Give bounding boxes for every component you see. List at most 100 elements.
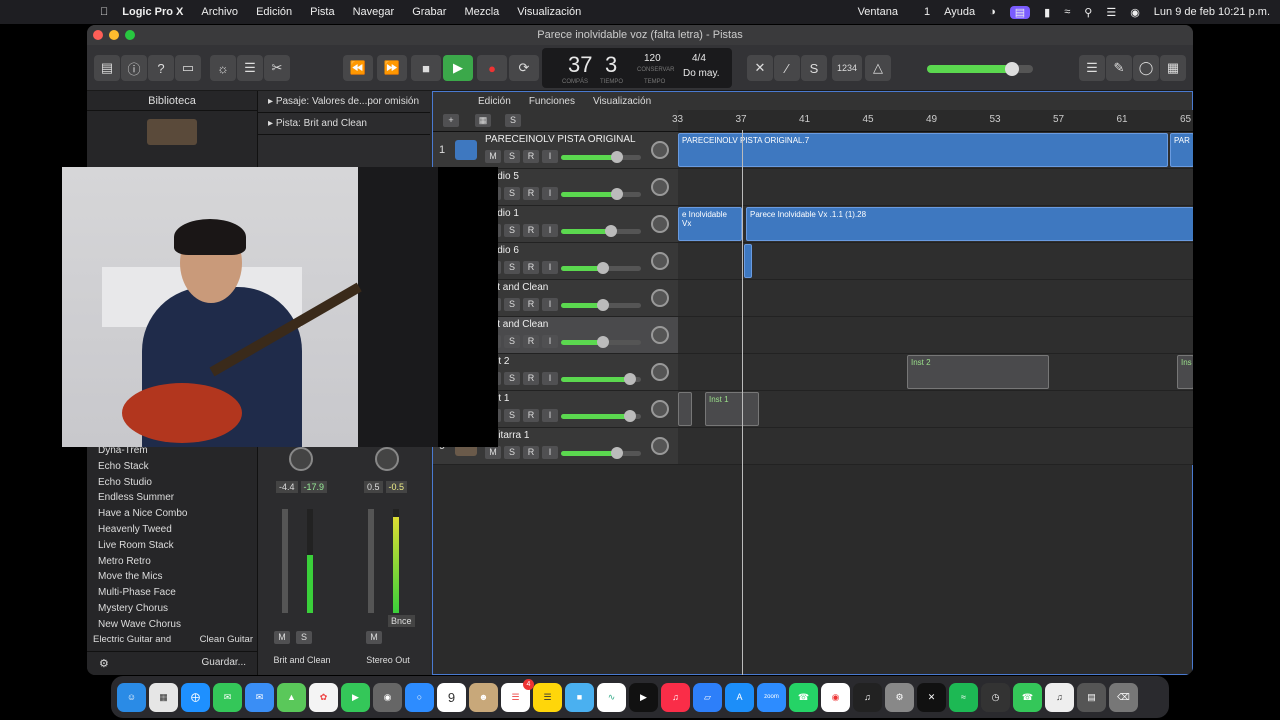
track-volume-fader[interactable] [561, 373, 641, 385]
audio-region[interactable] [744, 244, 752, 278]
volume-fader[interactable] [368, 509, 374, 613]
solo-button[interactable]: S [296, 631, 312, 644]
mixer-icon[interactable]: ☰ [237, 55, 263, 81]
library-item[interactable]: Multi-Phase Face [87, 585, 258, 601]
record-enable-button[interactable]: R [523, 335, 539, 348]
library-item[interactable]: Metro Retro [87, 554, 258, 570]
audio-region[interactable]: Parece Inolvidable Vx .1.1 (1).28 [746, 207, 1193, 241]
track-lane[interactable]: Inst 1 [678, 391, 1193, 428]
track-volume-fader[interactable] [561, 336, 641, 348]
fast-forward-icon[interactable]: ⏩ [377, 55, 407, 81]
solo-button[interactable]: S [504, 446, 520, 459]
solo-button[interactable]: S [504, 150, 520, 163]
breadcrumb-left[interactable]: Electric Guitar and [93, 634, 171, 645]
input-monitor-button[interactable]: I [542, 372, 558, 385]
tuner-icon[interactable]: ∕ [774, 55, 800, 81]
list-editors-icon[interactable]: ☰ [1079, 55, 1105, 81]
status-icon[interactable]: ◑ [989, 6, 996, 18]
record-enable-button[interactable]: R [523, 298, 539, 311]
notepad-icon[interactable]: ✎ [1106, 55, 1132, 81]
reminders-icon[interactable]: ☰ 4 [501, 678, 534, 712]
chrome-icon[interactable]: ◉ [821, 682, 850, 712]
gear-icon[interactable]: ⚙ [99, 657, 109, 670]
menu-mezcla[interactable]: Mezcla [464, 6, 499, 18]
close-button[interactable] [93, 30, 103, 40]
menu-funciones[interactable]: Funciones [529, 96, 575, 107]
wifi-icon[interactable]: ≈ [1064, 6, 1070, 18]
input-monitor-button[interactable]: I [542, 335, 558, 348]
music-icon[interactable]: ♫ [661, 682, 690, 712]
library-item[interactable]: Have a Nice Combo [87, 506, 258, 522]
audio-region[interactable]: PAR [1170, 133, 1193, 167]
library-item[interactable]: Mystery Chorus [87, 601, 258, 617]
playhead[interactable] [742, 130, 743, 675]
editors-icon[interactable]: ✂ [264, 55, 290, 81]
replace-icon[interactable]: ✕ [747, 55, 773, 81]
menu-ventana[interactable]: Ventana [858, 6, 898, 18]
keynote-icon[interactable]: ▱ [693, 682, 722, 712]
track-lane[interactable] [678, 317, 1193, 354]
activity-monitor-icon[interactable]: ◷ [981, 682, 1010, 712]
menu-archivo[interactable]: Archivo [201, 6, 238, 18]
trash-icon[interactable]: ⌫ [1109, 682, 1138, 712]
ruler[interactable]: 33 37 41 45 49 53 57 61 65 [672, 110, 1193, 132]
tv-icon[interactable]: ▶ [629, 682, 658, 712]
rewind-icon[interactable]: ⏪ [343, 55, 373, 81]
toolbar-icon[interactable]: ▭ [175, 55, 201, 81]
browsers-icon[interactable]: ▦ [1160, 55, 1186, 81]
pan-knob[interactable] [375, 447, 399, 471]
menu-grabar[interactable]: Grabar [412, 6, 446, 18]
input-monitor-button[interactable]: I [542, 409, 558, 422]
count-in-icon[interactable]: 1234 [832, 55, 862, 81]
input-monitor-button[interactable]: I [542, 261, 558, 274]
bounce-button[interactable]: Bnce [388, 615, 415, 627]
track-volume-fader[interactable] [561, 410, 641, 422]
whatsapp-icon[interactable]: ☎ [789, 682, 818, 712]
master-volume-slider[interactable] [927, 62, 1033, 76]
finder-icon[interactable]: ☺ [117, 682, 146, 712]
control-center-icon[interactable]: ☰ [1106, 6, 1116, 19]
podcast-icon[interactable]: ◉ [373, 682, 402, 712]
region-inspector-row[interactable]: ▸ Pasaje: Valores de...por omisión [258, 91, 430, 113]
menu-visualizacion-tracks[interactable]: Visualización [593, 96, 651, 107]
loop-browser-icon[interactable]: ◯ [1133, 55, 1159, 81]
safari-icon[interactable]: ⨁ [181, 682, 210, 712]
library-item[interactable]: New Wave Chorus [87, 617, 258, 633]
add-track-icon[interactable]: + [443, 114, 459, 127]
pan-knob[interactable] [651, 363, 669, 381]
track-lane[interactable]: PARECEINOLV PISTA ORIGINAL.7 PAR [678, 132, 1193, 169]
library-item[interactable]: Live Room Stack [87, 538, 258, 554]
play-icon[interactable]: ▶ [443, 55, 473, 81]
mute-button[interactable]: M [485, 150, 501, 163]
save-button[interactable]: Guardar... [202, 657, 246, 668]
smart-controls-icon[interactable]: ☼ [210, 55, 236, 81]
track-volume-fader[interactable] [561, 447, 641, 459]
breadcrumb-right[interactable]: Clean Guitar [200, 634, 253, 645]
capcut-icon[interactable]: ✕ [917, 682, 946, 712]
solo-button[interactable]: S [504, 409, 520, 422]
track-name[interactable]: PARECEINOLV PISTA ORIGINAL [485, 134, 636, 145]
menu-ayuda[interactable]: Ayuda [944, 6, 975, 18]
track-lane[interactable] [678, 428, 1193, 465]
folder-icon[interactable]: ▤ [1077, 682, 1106, 712]
pan-knob[interactable] [651, 178, 669, 196]
midi-region[interactable]: Inst 1 [705, 392, 759, 426]
record-enable-button[interactable]: R [523, 261, 539, 274]
music-file-icon[interactable]: ♫ [1045, 682, 1074, 712]
mute-button[interactable]: M [485, 446, 501, 459]
solo-button[interactable]: S [504, 187, 520, 200]
track-volume-fader[interactable] [561, 262, 641, 274]
control-icon[interactable]: ▤ [1009, 5, 1031, 19]
spotify-icon[interactable]: ≈ [949, 682, 978, 712]
track-lane[interactable] [678, 243, 1193, 280]
freeform-icon[interactable]: ∿ [597, 682, 626, 712]
pan-knob[interactable] [651, 437, 669, 455]
track-lane[interactable]: Inst 2 Ins [678, 354, 1193, 391]
library-item[interactable]: Heavenly Tweed [87, 522, 258, 538]
record-enable-button[interactable]: R [523, 446, 539, 459]
menu-pista[interactable]: Pista [310, 6, 334, 18]
zoom-button[interactable] [125, 30, 135, 40]
pan-knob[interactable] [289, 447, 313, 471]
photos-icon[interactable]: ✿ [309, 682, 338, 712]
audio-region[interactable]: e Inolvidable Vx [678, 207, 742, 241]
